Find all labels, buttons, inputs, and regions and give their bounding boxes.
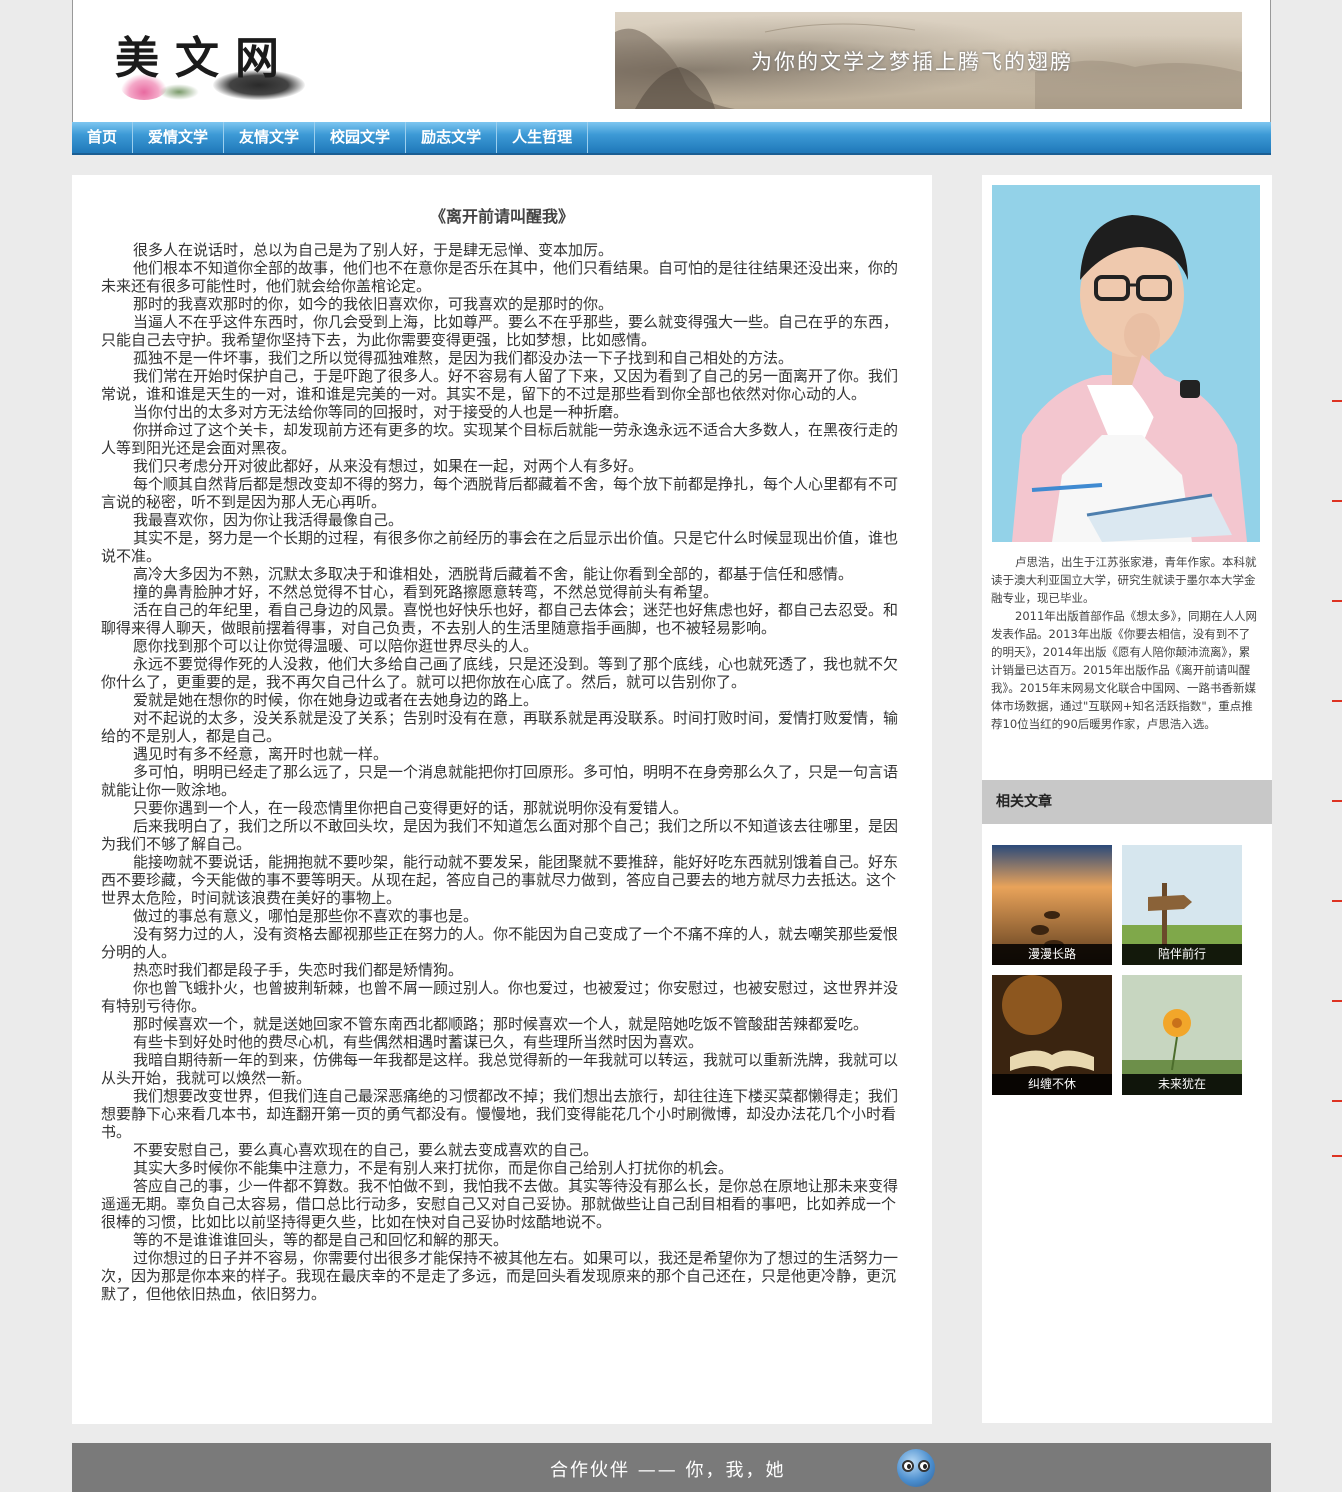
- nav-item-philosophy[interactable]: 人生哲理: [497, 122, 589, 153]
- article-paragraph: 有些卡到好处时他的费尽心机，有些偶然相遇时蓄谋已久，有些理所当然时因为喜欢。: [133, 1033, 704, 1051]
- article-paragraph: 每个顺其自然背后都是想改变却不得的努力，每个洒脱背后都藏着不舍，每个放下前都是挣…: [101, 475, 899, 511]
- article-paragraph: 能接吻就不要说话，能拥抱就不要吵架，能行动就不要发呆，能团聚就不要推辞，能好好吃…: [101, 853, 899, 907]
- related-article-caption: 陪伴前行: [1122, 944, 1242, 965]
- related-article-caption: 漫漫长路: [992, 944, 1112, 965]
- article-paragraph: 遇见时有多不经意，离开时也就一样。: [133, 745, 389, 763]
- article-paragraph: 其实不是，努力是一个长期的过程，有很多你之前经历的事会在之后显示出价值。只是它什…: [101, 529, 899, 565]
- article-paragraph: 当逼人不在乎这件东西时，你几会受到上海，比如尊严。要么不在乎那些，要么就变得强大…: [101, 313, 899, 349]
- article-paragraph: 愿你找到那个可以让你觉得温暖、可以陪你逛世界尽头的人。: [133, 637, 539, 655]
- article-paragraph: 多可怕，明明已经走了那么远了，只是一个消息就能把你打回原形。多可怕，明明不在身旁…: [101, 763, 899, 799]
- article-paragraph: 没有努力过的人，没有资格去鄙视那些正在努力的人。你不能因为自己变成了一个不痛不痒…: [101, 925, 899, 961]
- article-paragraph: 过你想过的日子并不容易，你需要付出很多才能保持不被其他左右。如果可以，我还是希望…: [101, 1249, 899, 1303]
- footer-partners-text: 合作伙伴 —— 你，我，她: [550, 1460, 786, 1481]
- article-paragraph: 活在自己的年纪里，看自己身边的风景。喜悦也好快乐也好，都自己去体会；迷茫也好焦虑…: [101, 601, 899, 637]
- mascot-right-eye: [918, 1460, 930, 1472]
- article-paragraph: 只要你遇到一个人，在一段恋情里你把自己变得更好的话，那就说明你没有爱错人。: [133, 799, 689, 817]
- related-article-2[interactable]: 陪伴前行: [1122, 845, 1242, 965]
- edge-marker: [1332, 600, 1342, 602]
- edge-marker: [1332, 400, 1342, 402]
- main-nav: 首页 爱情文学 友情文学 校园文学 励志文学 人生哲理: [72, 122, 1271, 155]
- author-bio: 卢思浩，出生于江苏张家港，青年作家。本科就读于澳大利亚国立大学，研究生就读于墨尔…: [991, 553, 1261, 733]
- related-article-caption: 纠缠不休: [992, 1074, 1112, 1095]
- article-panel: 《离开前请叫醒我》 很多人在说话时，总以为自己是为了别人好，于是肆无忌惮、变本加…: [72, 175, 932, 1424]
- article-paragraph: 我们只考虑分开对彼此都好，从来没有想过，如果在一起，对两个人有多好。: [133, 457, 644, 475]
- edge-marker: [1332, 1155, 1342, 1157]
- author-portrait-illustration: [992, 185, 1260, 542]
- edge-marker: [1332, 900, 1342, 902]
- edge-marker: [1332, 500, 1342, 502]
- article-paragraph: 对不起说的太多，没关系就是没了关系；告别时没有在意，再联系就是再没联系。时间打败…: [101, 709, 899, 745]
- author-bio-paragraph: 2011年出版首部作品《想太多》，同期在人人网发表作品。2013年出版《你要去相…: [991, 609, 1258, 731]
- article-paragraph: 他们根本不知道你全部的故事，他们也不在意你是否乐在其中，他们只看结果。自可怕的是…: [101, 259, 899, 295]
- article-paragraph: 永远不要觉得作死的人没救，他们大多给自己画了底线，只是还没到。等到了那个底线，心…: [101, 655, 899, 691]
- article-paragraph: 很多人在说话时，总以为自己是为了别人好，于是肆无忌惮、变本加厉。: [133, 241, 614, 259]
- article-paragraph: 我们常在开始时保护自己，于是吓跑了很多人。好不容易有人留了下来，又因为看到了自己…: [101, 367, 899, 403]
- article-paragraph: 后来我明白了，我们之所以不敢回头坎，是因为我们不知道怎么面对那个自己；我们之所以…: [101, 817, 899, 853]
- site-header: 美文网 为你的文学之梦插上腾飞的翅膀: [72, 0, 1271, 122]
- article-paragraph: 你也曾飞蛾扑火，也曾披荆斩棘，也曾不屑一顾过别人。你也爱过，也被爱过；你安慰过，…: [101, 979, 899, 1015]
- article-paragraph: 那时候喜欢一个，就是送她回家不管东南西北都顺路；那时候喜欢一个人，就是陪她吃饭不…: [133, 1015, 869, 1033]
- logo-leaf-icon: [159, 84, 199, 100]
- mascot-eyes-icon[interactable]: [897, 1449, 935, 1487]
- edge-marker: [1332, 1100, 1342, 1102]
- related-articles-heading: 相关文章: [982, 780, 1272, 824]
- article-paragraph: 那时的我喜欢那时的你，如今的我依旧喜欢你，可我喜欢的是那时的你。: [133, 295, 614, 313]
- article-paragraph: 不要安慰自己，要么真心喜欢现在的自己，要么就去变成喜欢的自己。: [133, 1141, 599, 1159]
- related-article-1[interactable]: 漫漫长路: [992, 845, 1112, 965]
- author-photo: [992, 185, 1260, 542]
- site-footer: 合作伙伴 —— 你，我，她: [72, 1443, 1271, 1492]
- nav-item-inspirational[interactable]: 励志文学: [406, 122, 498, 153]
- nav-item-campus[interactable]: 校园文学: [315, 122, 407, 153]
- article-paragraph: 答应自己的事，少一件都不算数。我不怕做不到，我怕我不去做。其实等待没有那么长，是…: [101, 1177, 899, 1231]
- edge-marker: [1332, 1000, 1342, 1002]
- nav-item-home[interactable]: 首页: [72, 122, 134, 153]
- author-bio-paragraph: 卢思浩，出生于江苏张家港，青年作家。本科就读于澳大利亚国立大学，研究生就读于墨尔…: [991, 555, 1257, 605]
- article-paragraph: 其实大多时候你不能集中注意力，不是有别人来打扰你，而是你自己给别人打扰你的机会。: [133, 1159, 734, 1177]
- article-body: 很多人在说话时，总以为自己是为了别人好，于是肆无忌惮、变本加厉。 他们根本不知道你…: [101, 241, 903, 1303]
- banner-slogan: 为你的文学之梦插上腾飞的翅膀: [751, 50, 1073, 74]
- site-logo[interactable]: 美文网: [103, 18, 313, 106]
- nav-item-love[interactable]: 爱情文学: [133, 122, 225, 153]
- logo-text: 美文网: [115, 33, 295, 84]
- header-banner: 为你的文学之梦插上腾飞的翅膀: [615, 12, 1242, 109]
- nav-item-friendship[interactable]: 友情文学: [224, 122, 316, 153]
- sidebar: 卢思浩，出生于江苏张家港，青年作家。本科就读于澳大利亚国立大学，研究生就读于墨尔…: [982, 175, 1272, 1423]
- article-paragraph: 当你付出的太多对方无法给你等同的回报时，对于接受的人也是一种折磨。: [133, 403, 629, 421]
- article-paragraph: 我暗自期待新一年的到来，仿佛每一年我都是这样。我总觉得新的一年我就可以转运，我就…: [101, 1051, 899, 1087]
- mascot-left-eye: [902, 1460, 914, 1472]
- article-paragraph: 孤独不是一件坏事，我们之所以觉得孤独难熬，是因为我们都没办法一下子找到和自己相处…: [133, 349, 794, 367]
- related-article-3[interactable]: 纠缠不休: [992, 975, 1112, 1095]
- article-paragraph: 爱就是她在想你的时候，你在她身边或者在去她身边的路上。: [133, 691, 539, 709]
- article-paragraph: 做过的事总有意义，哪怕是那些你不喜欢的事也是。: [133, 907, 479, 925]
- article-title: 《离开前请叫醒我》: [429, 207, 574, 226]
- edge-marker: [1332, 700, 1342, 702]
- article-paragraph: 高冷大多因为不熟，沉默太多取决于和谁相处，洒脱背后藏着不舍，能让你看到全部的，都…: [133, 565, 854, 583]
- article-paragraph: 等的不是谁谁谁回头，等的都是自己和回忆和解的那天。: [133, 1231, 509, 1249]
- article-paragraph: 撞的鼻青脸肿才好，不然总觉得不甘心，看到死路擦愿意转弯，不然总觉得前头有希望。: [133, 583, 719, 601]
- article-paragraph: 热恋时我们都是段子手，失恋时我们都是矫情狗。: [133, 961, 464, 979]
- edge-marker: [1332, 800, 1342, 802]
- related-article-caption: 未来犹在: [1122, 1074, 1242, 1095]
- article-paragraph: 我最喜欢你，因为你让我活得最像自己。: [133, 511, 404, 529]
- related-article-4[interactable]: 未来犹在: [1122, 975, 1242, 1095]
- article-paragraph: 我们想要改变世界，但我们连自己最深恶痛绝的习惯都改不掉；我们想出去旅行，却往往连…: [101, 1087, 899, 1141]
- article-paragraph: 你拼命过了这个关卡，却发现前方还有更多的坎。实现某个目标后就能一劳永逸永远不适合…: [101, 421, 899, 457]
